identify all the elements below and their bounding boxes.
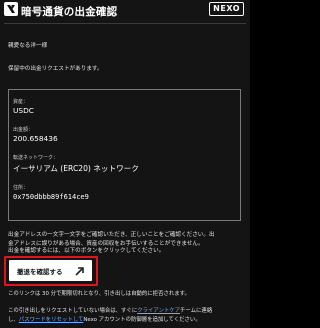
confirm-withdrawal-button[interactable]: 撤退を確認する (9, 260, 92, 281)
warning-line2: し、パスワードをリセットしてNexo アカウントの防御層を追加してください。 (8, 317, 201, 323)
verify-text-line1: 出金アドレスの一文字一文字をご確認いただき、正しいことをご確認ください。出 (8, 232, 215, 238)
address-value: 0x750dbbb89f614ce9 (13, 193, 89, 201)
amount-label: 出金額： (13, 127, 34, 133)
confirm-withdrawal-label: 撤退を確認する (17, 268, 63, 276)
network-value: イーサリアム (ERC20) ネットワーク (13, 164, 139, 173)
address-label: 住所： (13, 185, 29, 191)
expiry-note: このリンクは 30 分で期限切れとなり、引き出しは自動的に拒否されます。 (8, 291, 190, 297)
greeting: 親愛なる洋一様 (8, 43, 48, 49)
network-label: 転送ネットワーク： (13, 155, 59, 161)
withdrawal-details-card: 資産： USDC 出金額： 200.658436 転送ネットワーク： イーサリア… (8, 89, 241, 221)
email-view: 暗号通貨の出金確認 NEXO 親愛なる洋一様 保留中の出金リクエストがあります。… (0, 0, 250, 328)
client-care-link[interactable]: クライアントケア (137, 308, 180, 314)
divider (4, 23, 246, 24)
nexo-logo: NEXO (209, 2, 244, 16)
asset-value: USDC (13, 106, 34, 115)
asset-label: 資産： (13, 99, 29, 105)
warning-line1: この引き出しをリクエストしていない場合は、すぐにクライアントケアチームに連絡 (8, 308, 213, 314)
app-icon (4, 2, 18, 16)
intro-text: 保留中の出金リクエストがあります。 (8, 66, 103, 72)
header: 暗号通貨の出金確認 NEXO (0, 0, 250, 30)
amount-value: 200.658436 (13, 134, 58, 143)
reset-password-link[interactable]: パスワードをリセットして (19, 317, 84, 323)
highlight-box: 撤退を確認する (4, 256, 98, 286)
instruction-text: 出金を確認するには、以下のボタンをクリックしてください。 (8, 248, 165, 254)
arrow-up-right-icon (73, 263, 87, 277)
page-title: 暗号通貨の出金確認 (21, 6, 118, 18)
